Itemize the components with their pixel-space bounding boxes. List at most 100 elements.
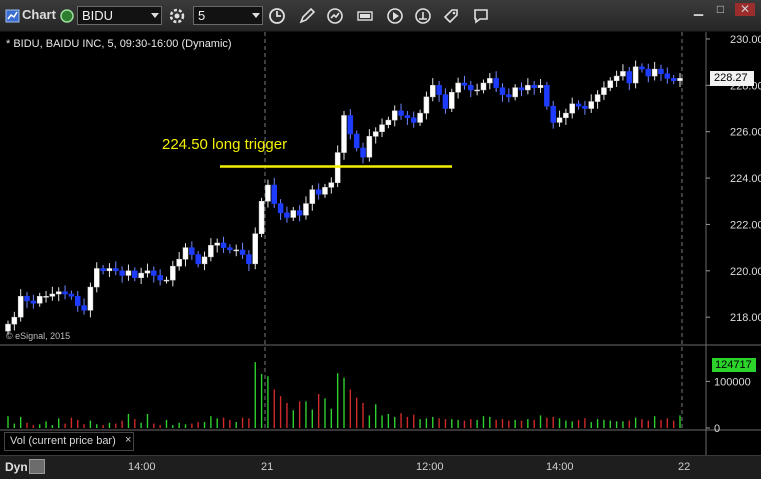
candle-body xyxy=(284,212,290,218)
candle-body xyxy=(607,80,614,88)
candle-body xyxy=(239,249,246,255)
candle-body xyxy=(379,124,385,132)
dyn-label[interactable]: Dyn xyxy=(5,460,28,474)
data-export-icon[interactable] xyxy=(354,5,376,26)
candle-body xyxy=(24,296,30,302)
candle-body xyxy=(119,270,125,276)
clock-icon[interactable] xyxy=(266,5,288,26)
candle-body xyxy=(182,247,189,260)
performance-icon[interactable] xyxy=(324,5,346,26)
price-tick-label: 220.00 xyxy=(730,266,761,278)
candle-body xyxy=(163,279,170,282)
price-tick-label: 218.00 xyxy=(730,312,761,324)
candle-body xyxy=(30,300,37,304)
trigger-annotation[interactable]: 224.50 long trigger xyxy=(162,136,287,153)
candle-body xyxy=(322,187,328,195)
candle-body xyxy=(138,272,144,279)
candle-body xyxy=(125,270,132,276)
link-status-icon[interactable] xyxy=(56,5,78,26)
candle-body xyxy=(36,296,43,304)
candle-body xyxy=(569,103,575,114)
candle-body xyxy=(658,68,664,74)
candle-body xyxy=(563,112,569,119)
candle-body xyxy=(220,242,227,248)
candle-body xyxy=(487,78,493,84)
candle-body xyxy=(575,103,582,107)
time-label: 22 xyxy=(678,461,691,473)
candle-body xyxy=(74,296,81,306)
candle-body xyxy=(87,286,94,311)
chart-canvas[interactable]: 230.00228.00226.00224.00222.00220.00218.… xyxy=(0,32,761,455)
candle-body xyxy=(417,112,423,123)
candle-body xyxy=(157,275,163,281)
candle-body xyxy=(626,71,633,84)
interval-input[interactable]: 5 xyxy=(193,6,263,25)
chart-style-icon[interactable] xyxy=(412,5,434,26)
candle-body xyxy=(296,210,303,216)
candle-body xyxy=(81,305,87,311)
candle-body xyxy=(436,85,442,95)
close-icon[interactable]: × xyxy=(125,434,131,446)
candle-body xyxy=(341,115,347,153)
candle-body xyxy=(347,115,354,135)
candle-body xyxy=(677,78,683,81)
chevron-down-icon[interactable] xyxy=(252,13,260,18)
candlesticks xyxy=(5,60,683,335)
candle-body xyxy=(442,94,449,109)
candle-body xyxy=(499,87,506,95)
volume-bars xyxy=(7,362,681,428)
lock-icon[interactable] xyxy=(29,459,45,474)
app-title: Chart xyxy=(22,7,56,22)
candle-body xyxy=(480,82,487,91)
candle-body xyxy=(556,117,563,123)
candle-body xyxy=(391,110,398,121)
candle-body xyxy=(49,293,56,297)
price-tick-label: 230.00 xyxy=(730,34,761,46)
play-icon[interactable] xyxy=(384,5,406,26)
candle-body xyxy=(594,94,601,102)
candle-body xyxy=(664,73,671,79)
candle-body xyxy=(601,87,607,95)
candle-body xyxy=(613,75,620,81)
time-label: 14:00 xyxy=(128,461,156,473)
candle-body xyxy=(271,184,278,204)
candle-body xyxy=(518,87,525,91)
comment-icon[interactable] xyxy=(470,5,492,26)
candle-body xyxy=(189,247,195,255)
candle-body xyxy=(176,258,182,267)
symbol-value: BIDU xyxy=(82,8,114,23)
chart-app-icon xyxy=(2,5,24,26)
candle-body xyxy=(385,119,392,125)
symbol-input[interactable]: BIDU xyxy=(77,6,162,25)
close-button[interactable]: ✕ xyxy=(735,3,755,16)
symbol-header: * BIDU, BAIDU INC, 5, 09:30-16:00 (Dynam… xyxy=(6,38,232,50)
candle-body xyxy=(645,68,652,77)
candle-body xyxy=(544,85,550,107)
candle-body xyxy=(506,94,512,98)
candle-body xyxy=(360,147,366,158)
candle-body xyxy=(588,101,594,109)
last-price-tag: 228.27 xyxy=(710,71,754,86)
candle-body xyxy=(55,291,62,295)
candle-body xyxy=(62,291,68,295)
maximize-button[interactable]: □ xyxy=(712,3,729,16)
chevron-down-icon[interactable] xyxy=(151,13,159,18)
candle-body xyxy=(404,115,411,119)
minimize-button[interactable]: ▁ xyxy=(690,3,707,16)
interval-gear-icon[interactable] xyxy=(166,5,188,26)
price-tick-label: 224.00 xyxy=(730,173,761,185)
candle-body xyxy=(106,268,113,272)
candle-body xyxy=(632,66,639,84)
price-tick-label: 226.00 xyxy=(730,127,761,139)
draw-pencil-icon[interactable] xyxy=(296,5,318,26)
candle-body xyxy=(132,270,138,279)
volume-panel-label[interactable]: Vol (current price bar) xyxy=(4,432,134,451)
time-label: 14:00 xyxy=(546,461,574,473)
candle-body xyxy=(639,66,645,70)
candle-body xyxy=(410,117,417,123)
candle-body xyxy=(144,270,151,274)
candle-body xyxy=(170,265,176,281)
tag-icon[interactable] xyxy=(440,5,462,26)
toolbar: Chart BIDU 5 ▁ □ ✕ xyxy=(0,0,761,32)
candle-body xyxy=(366,136,373,158)
